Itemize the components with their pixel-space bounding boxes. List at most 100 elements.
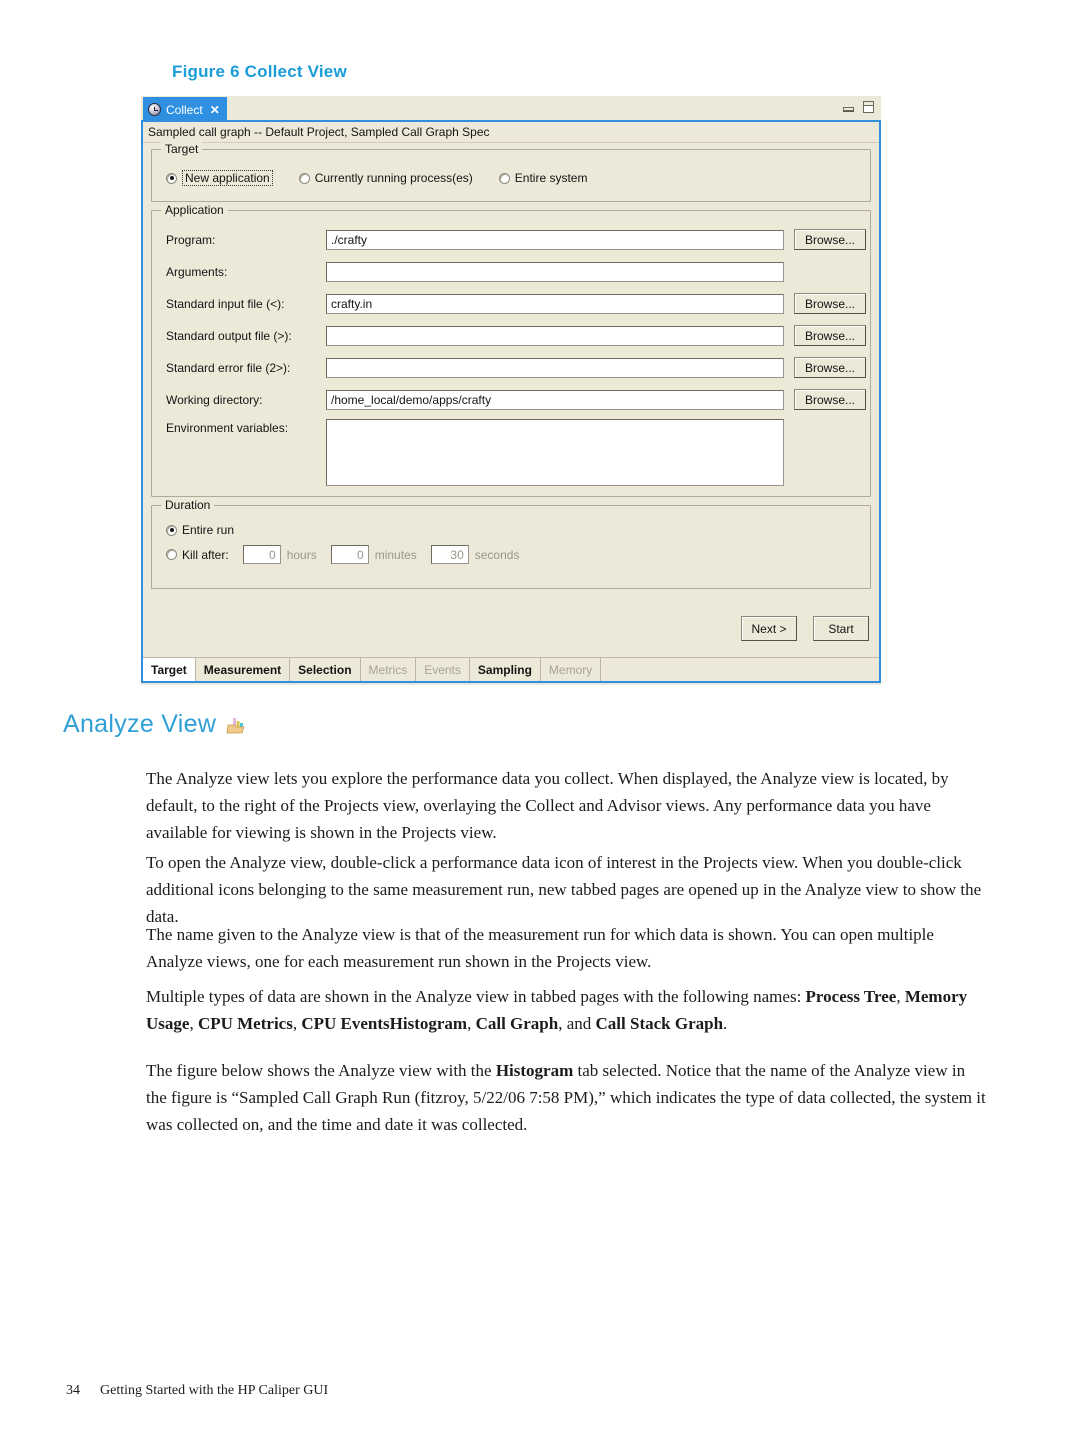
tab-measurement[interactable]: Measurement <box>196 658 291 681</box>
radio-entire-run[interactable]: Entire run <box>166 523 870 537</box>
spec-line: Sampled call graph -- Default Project, S… <box>143 122 879 143</box>
radio-dot-icon <box>166 524 177 536</box>
page-footer: 34 Getting Started with the HP Caliper G… <box>66 1383 328 1399</box>
p4-pre: Multiple types of data are shown in the … <box>146 987 806 1006</box>
label-working-directory: Working directory: <box>166 392 263 407</box>
browse-button-standard-error[interactable]: Browse... <box>794 357 866 378</box>
field-row-standard-output: Standard output file (>): Browse... <box>152 323 870 348</box>
label-standard-output: Standard output file (>): <box>166 328 292 343</box>
label-seconds: seconds <box>474 547 520 562</box>
paragraph-5: The figure below shows the Analyze view … <box>146 1057 986 1138</box>
tab-events: Events <box>416 658 470 681</box>
tab-sampling[interactable]: Sampling <box>470 658 541 681</box>
field-row-environment-variables: Environment variables: <box>152 419 870 486</box>
p4-term-cpu-eventshistogram: CPU EventsHistogram <box>301 1014 468 1033</box>
input-working-directory[interactable]: /home_local/demo/apps/crafty <box>326 389 784 410</box>
label-arguments: Arguments: <box>166 264 228 279</box>
paragraph-3: The name given to the Analyze view is th… <box>146 925 934 971</box>
p4-sep-1: , <box>896 987 905 1006</box>
tab-target[interactable]: Target <box>143 658 196 681</box>
tab-metrics: Metrics <box>361 658 417 681</box>
input-standard-output[interactable] <box>326 325 784 346</box>
target-radio-row: New application Currently running proces… <box>152 150 870 186</box>
tab-selection[interactable]: Selection <box>290 658 361 681</box>
p4-end: . <box>723 1014 728 1033</box>
p4-sep-4: , <box>467 1014 476 1033</box>
p4-term-call-stack-graph: Call Stack Graph <box>595 1014 724 1033</box>
input-kill-after-minutes[interactable]: 0 <box>330 545 369 564</box>
radio-dot-icon <box>298 172 310 184</box>
field-row-standard-input: Standard input file (<): crafty.in Brows… <box>152 291 870 316</box>
p5-pre: The figure below shows the Analyze view … <box>146 1061 496 1080</box>
p4-sep-5: , and <box>558 1014 596 1033</box>
radio-currently-running-processes[interactable]: Currently running process(es) <box>298 171 473 185</box>
input-program[interactable]: ./crafty <box>326 229 784 250</box>
label-environment-variables: Environment variables: <box>166 421 289 435</box>
radio-new-application[interactable]: New application <box>166 170 273 186</box>
paragraph-1: The Analyze view lets you explore the pe… <box>146 769 949 842</box>
p4-term-call-graph: Call Graph <box>475 1014 559 1033</box>
radio-dot-icon <box>166 549 177 560</box>
p4-sep-2: , <box>189 1014 198 1033</box>
browse-button-standard-output[interactable]: Browse... <box>794 325 866 346</box>
duration-group: Duration Entire run Kill after: 0 hours … <box>151 498 871 589</box>
minimize-icon[interactable] <box>843 102 854 112</box>
browse-button-working-directory[interactable]: Browse... <box>794 389 866 410</box>
radio-new-application-label: New application <box>182 170 273 186</box>
panel-area: Target New application Currently running… <box>143 142 879 589</box>
radio-currently-running-processes-label: Currently running process(es) <box>314 171 473 185</box>
input-kill-after-hours[interactable]: 0 <box>242 545 281 564</box>
label-program: Program: <box>166 232 216 247</box>
p5-term-histogram: Histogram <box>495 1061 574 1080</box>
target-group: Target New application Currently running… <box>151 142 871 202</box>
figure-caption: Figure 6 Collect View <box>172 62 347 81</box>
duration-rows: Entire run Kill after: 0 hours 0 minutes… <box>152 506 870 564</box>
start-button[interactable]: Start <box>813 616 869 641</box>
radio-entire-system[interactable]: Entire system <box>498 171 588 185</box>
field-row-arguments: Arguments: <box>152 259 870 284</box>
page-title: Analyze View <box>63 710 217 738</box>
radio-entire-run-label: Entire run <box>182 523 235 537</box>
tab-memory: Memory <box>541 658 602 681</box>
maximize-icon[interactable] <box>863 101 874 113</box>
footer-text: Getting Started with the HP Caliper GUI <box>100 1383 329 1398</box>
field-row-working-directory: Working directory: /home_local/demo/apps… <box>152 387 870 412</box>
p4-term-cpu-metrics: CPU Metrics <box>197 1014 293 1033</box>
browse-button-program[interactable]: Browse... <box>794 229 866 250</box>
duration-group-legend: Duration <box>161 498 215 512</box>
collect-view-window: Collect ✕ Sampled call graph -- Default … <box>141 96 881 685</box>
next-button[interactable]: Next > <box>741 616 797 641</box>
paragraph-4: Multiple types of data are shown in the … <box>146 983 986 1037</box>
input-standard-error[interactable] <box>326 357 784 378</box>
browse-button-standard-input[interactable]: Browse... <box>794 293 866 314</box>
bottom-tab-strip: Target Measurement Selection Metrics Eve… <box>143 657 879 681</box>
radio-dot-icon <box>498 172 510 184</box>
radio-kill-after-label: Kill after: <box>182 547 229 562</box>
paragraph-2: To open the Analyze view, double-click a… <box>146 853 982 926</box>
application-group-legend: Application <box>161 203 228 217</box>
label-minutes: minutes <box>374 547 417 562</box>
clock-icon <box>148 103 161 116</box>
radio-kill-after[interactable]: Kill after: 0 hours 0 minutes 30 seconds <box>166 545 870 564</box>
application-group: Application Program: ./crafty Browse... … <box>151 203 871 497</box>
p4-term-process-tree: Process Tree <box>805 987 897 1006</box>
label-standard-error: Standard error file (2>): <box>166 360 291 375</box>
target-group-legend: Target <box>161 142 203 156</box>
input-kill-after-seconds[interactable]: 30 <box>430 545 469 564</box>
input-arguments[interactable] <box>326 261 784 282</box>
window-titlebar: Collect ✕ <box>141 96 881 122</box>
page-section-heading: Analyze View <box>63 710 247 739</box>
tab-collect[interactable]: Collect ✕ <box>143 97 227 122</box>
tab-collect-label: Collect <box>166 102 203 117</box>
radio-dot-icon <box>166 172 177 184</box>
window-body: Sampled call graph -- Default Project, S… <box>141 122 881 683</box>
input-environment-variables[interactable] <box>326 419 784 486</box>
close-icon[interactable]: ✕ <box>210 104 220 116</box>
label-hours: hours <box>286 547 317 562</box>
input-standard-input[interactable]: crafty.in <box>326 293 784 314</box>
window-controls <box>843 101 874 113</box>
field-row-program: Program: ./crafty Browse... <box>152 227 870 252</box>
label-standard-input: Standard input file (<): <box>166 296 285 311</box>
radio-entire-system-label: Entire system <box>514 171 588 185</box>
footer-page-number: 34 <box>66 1383 80 1398</box>
